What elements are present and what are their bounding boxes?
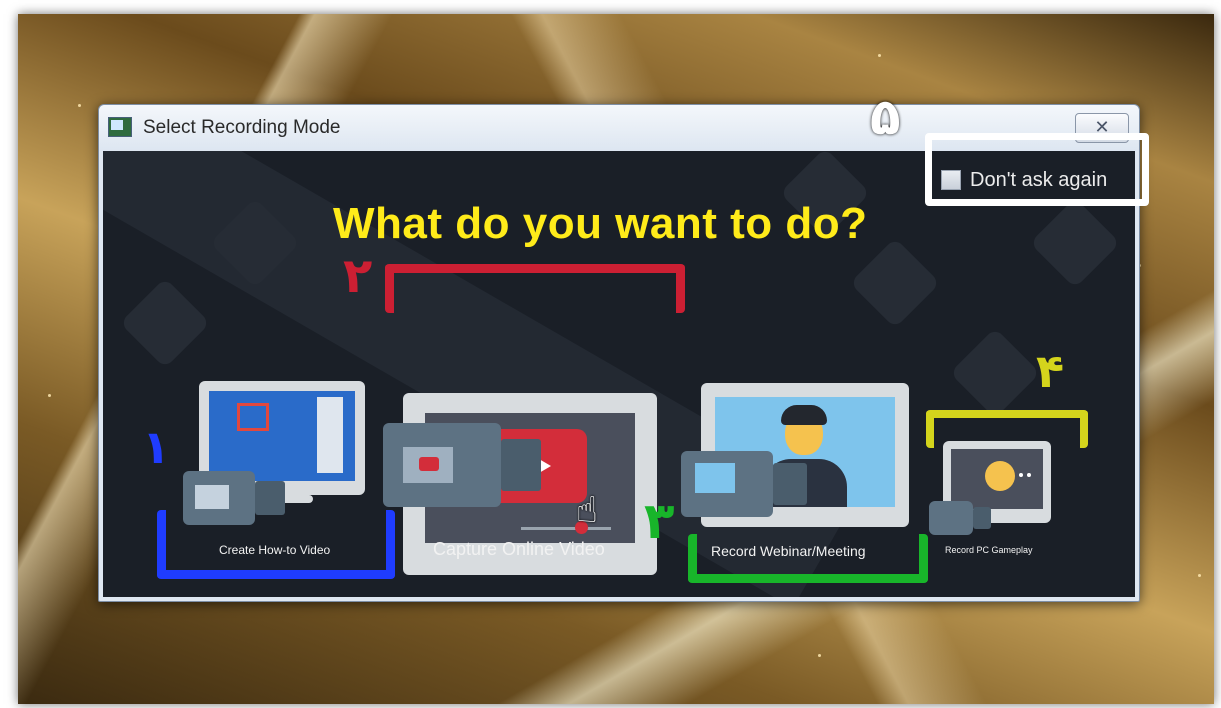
option-label: Record PC Gameplay	[945, 545, 1033, 555]
annotation-number-1: ۱	[142, 420, 171, 474]
decorative-tile	[949, 327, 1041, 419]
background-sparkle	[48, 394, 51, 397]
decorative-tile	[849, 237, 941, 329]
window-title: Select Recording Mode	[143, 117, 341, 138]
background-sparkle	[818, 654, 821, 657]
selection-box-icon	[237, 403, 269, 431]
monitor-screen	[951, 449, 1043, 509]
annotation-bracket-2	[385, 264, 685, 313]
hand-cursor-icon: ☝	[576, 490, 598, 531]
monitor-screen	[209, 391, 355, 481]
side-panel	[317, 397, 343, 473]
annotation-number-5: ۵	[870, 88, 901, 146]
annotation-number-2: ۲	[343, 248, 373, 304]
app-icon	[108, 117, 132, 137]
dont-ask-highlight-box	[925, 133, 1149, 206]
pacman-icon	[985, 461, 1015, 491]
background-sparkle	[878, 54, 881, 57]
annotation-bracket-4	[926, 410, 1088, 448]
annotation-number-4: ۴	[1036, 344, 1065, 398]
annotation-number-3: ۳	[644, 492, 675, 550]
option-label: Capture Online Video	[433, 539, 605, 559]
headline: What do you want to do?	[333, 199, 868, 248]
annotation-bracket-1	[157, 510, 395, 579]
annotation-bracket-3	[688, 534, 928, 583]
background-sparkle	[78, 104, 81, 107]
decorative-tile	[119, 277, 211, 369]
background-sparkle	[1198, 574, 1201, 577]
decorative-tile	[1029, 197, 1121, 289]
